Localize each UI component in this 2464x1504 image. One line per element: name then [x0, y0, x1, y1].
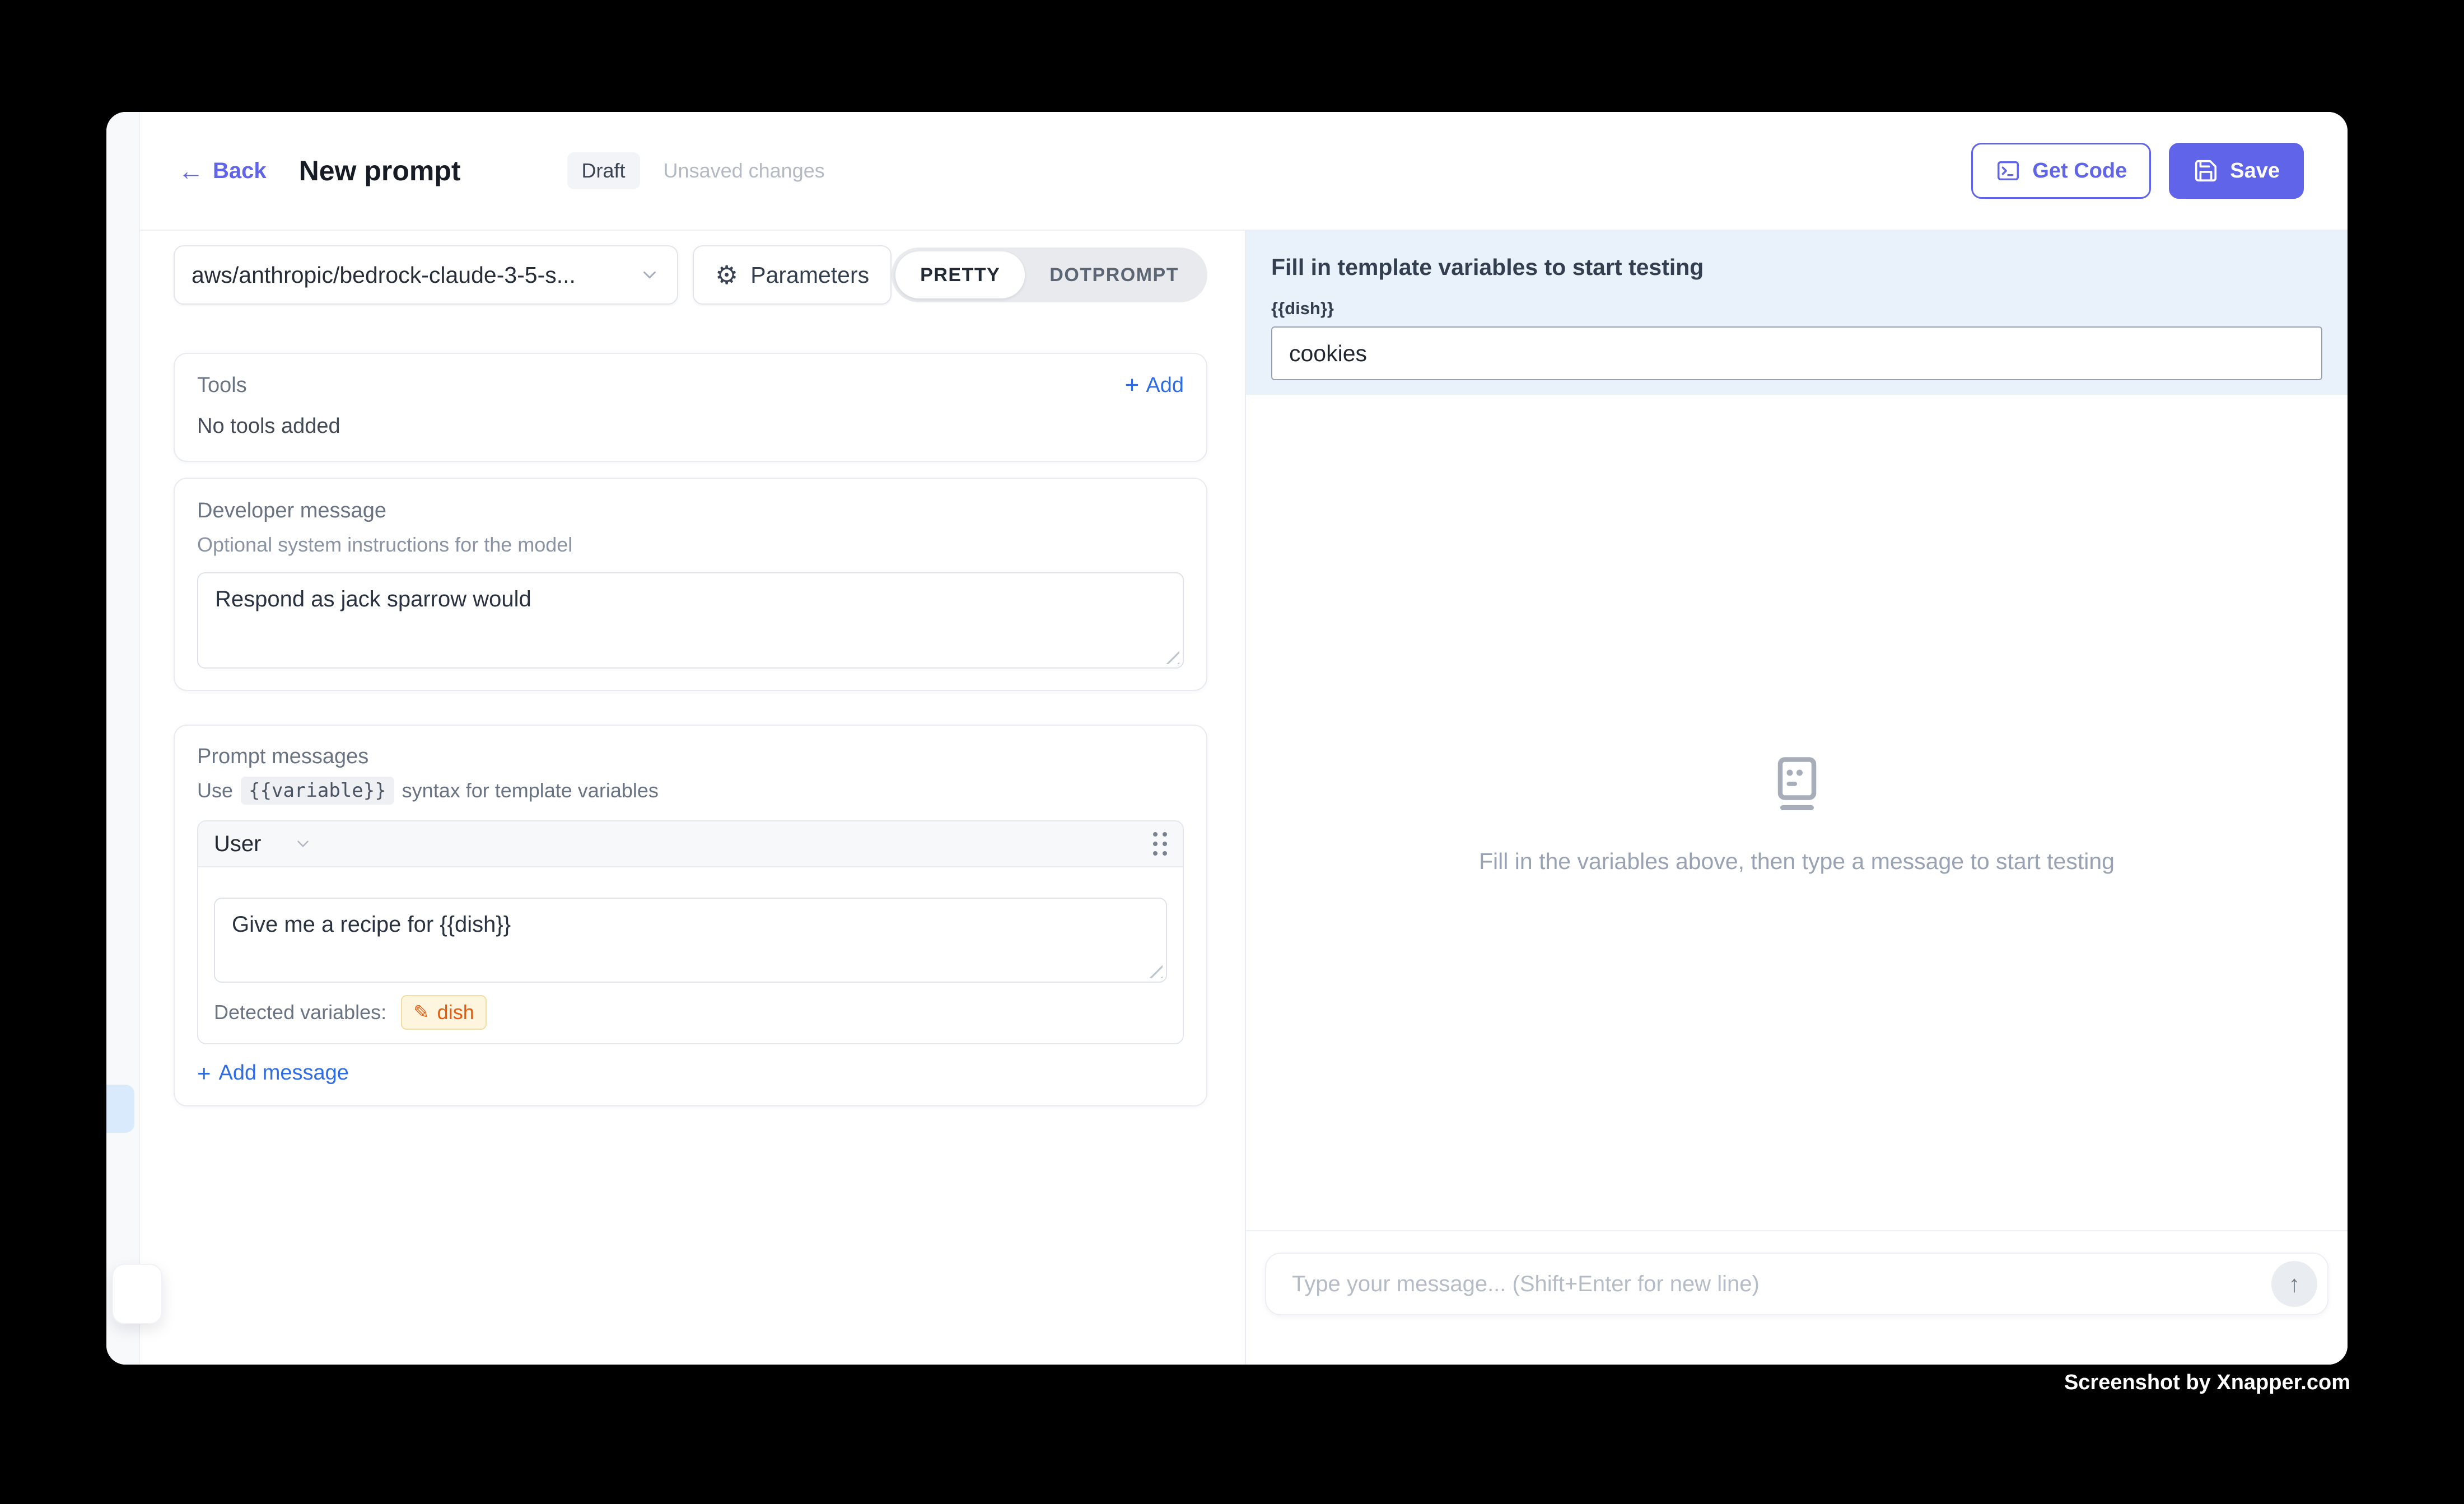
- chat-empty-state: Fill in the variables above, then type a…: [1246, 395, 2348, 1230]
- parameters-button[interactable]: ⚙ Parameters: [693, 245, 892, 305]
- prompt-messages-card: Prompt messages Use {{variable}} syntax …: [174, 725, 1207, 1106]
- variable-chip-label: dish: [437, 1001, 474, 1024]
- message-header: User: [198, 821, 1183, 867]
- header-actions: Get Code Save: [1971, 143, 2304, 199]
- send-button[interactable]: ↑: [2271, 1261, 2317, 1307]
- developer-message-title: Developer message: [197, 499, 1184, 523]
- sidebar-floating-card: [112, 1264, 162, 1324]
- status-badge: Draft: [567, 152, 640, 189]
- detected-variables-label: Detected variables:: [214, 1001, 386, 1024]
- model-select-value: aws/anthropic/bedrock-claude-3-5-s...: [192, 262, 576, 288]
- chat-empty-hint: Fill in the variables above, then type a…: [1479, 848, 2115, 875]
- developer-message-wrap: Respond as jack sparrow would: [197, 572, 1184, 669]
- parameters-label: Parameters: [750, 262, 869, 288]
- detected-variables-row: Detected variables: ✎ dish: [214, 995, 1167, 1030]
- add-message-button[interactable]: + Add message: [197, 1061, 349, 1085]
- send-arrow-icon: ↑: [2289, 1272, 2300, 1296]
- syntax-prefix: Use: [197, 779, 233, 802]
- save-icon: [2193, 158, 2219, 184]
- bot-face-icon: [1763, 751, 1831, 821]
- unsaved-changes-text: Unsaved changes: [664, 159, 825, 183]
- save-label: Save: [2230, 159, 2280, 183]
- developer-message-textarea[interactable]: Respond as jack sparrow would: [197, 572, 1184, 669]
- view-mode-toggle: PRETTY DOTPROMPT: [892, 247, 1207, 302]
- tools-title: Tools: [197, 373, 247, 398]
- back-button[interactable]: ← Back: [178, 158, 267, 184]
- prompt-editor-panel: aws/anthropic/bedrock-claude-3-5-s... ⚙ …: [140, 231, 1245, 1365]
- terminal-icon: [1995, 158, 2021, 184]
- template-variables-section: Fill in template variables to start test…: [1246, 231, 2348, 395]
- drag-grip-icon[interactable]: [1153, 832, 1167, 856]
- tools-card-header: Tools + Add: [197, 373, 1184, 398]
- developer-message-card: Developer message Optional system instru…: [174, 478, 1207, 691]
- message-body: Give me a recipe for {{dish}} Detected v…: [198, 867, 1183, 1043]
- tools-empty-text: No tools added: [197, 414, 1184, 438]
- chat-input-bar: ↑: [1246, 1230, 2348, 1365]
- get-code-label: Get Code: [2032, 159, 2127, 183]
- developer-message-subtitle: Optional system instructions for the mod…: [197, 533, 1184, 557]
- toggle-pretty[interactable]: PRETTY: [895, 251, 1025, 298]
- save-button[interactable]: Save: [2169, 143, 2304, 199]
- variable-chip-dish[interactable]: ✎ dish: [401, 995, 487, 1030]
- prompt-messages-title: Prompt messages: [197, 745, 1184, 769]
- sidebar-active-item[interactable]: [106, 1085, 134, 1133]
- model-select[interactable]: aws/anthropic/bedrock-claude-3-5-s...: [174, 245, 678, 305]
- message-textarea-wrap: Give me a recipe for {{dish}}: [214, 898, 1167, 983]
- back-label: Back: [213, 158, 267, 184]
- chat-message-input[interactable]: [1292, 1272, 2271, 1297]
- syntax-suffix: syntax for template variables: [402, 779, 659, 802]
- variable-value-input[interactable]: [1271, 326, 2322, 380]
- app-window: ← Back New prompt Draft Unsaved changes …: [106, 112, 2348, 1365]
- add-message-label: Add message: [219, 1061, 349, 1085]
- plus-icon: +: [1125, 373, 1140, 398]
- chat-input-box: ↑: [1265, 1253, 2328, 1315]
- toggle-dotprompt[interactable]: DOTPROMPT: [1025, 251, 1203, 298]
- variable-name-label: {{dish}}: [1271, 298, 2322, 319]
- tools-card: Tools + Add No tools added: [174, 353, 1207, 462]
- watermark-text: Screenshot by Xnapper.com: [2064, 1371, 2350, 1395]
- chevron-down-icon: [639, 264, 660, 286]
- get-code-button[interactable]: Get Code: [1971, 143, 2151, 199]
- test-panel: Fill in template variables to start test…: [1245, 231, 2348, 1365]
- page-title: New prompt: [299, 155, 461, 187]
- add-tool-button[interactable]: + Add: [1125, 373, 1184, 398]
- plus-icon: +: [197, 1062, 211, 1085]
- message-textarea[interactable]: Give me a recipe for {{dish}}: [214, 898, 1167, 983]
- pencil-icon: ✎: [413, 1003, 430, 1022]
- gear-icon: ⚙: [715, 262, 738, 288]
- template-variables-heading: Fill in template variables to start test…: [1271, 254, 2322, 281]
- role-select-value: User: [214, 832, 261, 857]
- add-tool-label: Add: [1146, 373, 1184, 398]
- header: ← Back New prompt Draft Unsaved changes …: [140, 112, 2348, 231]
- model-toolbar: aws/anthropic/bedrock-claude-3-5-s... ⚙ …: [174, 245, 1207, 305]
- collapsed-sidebar: [106, 112, 140, 1365]
- chevron-down-icon: [293, 834, 312, 853]
- message-block: User Give me a recipe for {{dish}} Detec…: [197, 820, 1184, 1044]
- back-arrow-icon: ←: [178, 158, 204, 184]
- variable-syntax-chip: {{variable}}: [241, 777, 394, 805]
- role-select[interactable]: User: [214, 832, 312, 857]
- syntax-hint: Use {{variable}} syntax for template var…: [197, 777, 1184, 805]
